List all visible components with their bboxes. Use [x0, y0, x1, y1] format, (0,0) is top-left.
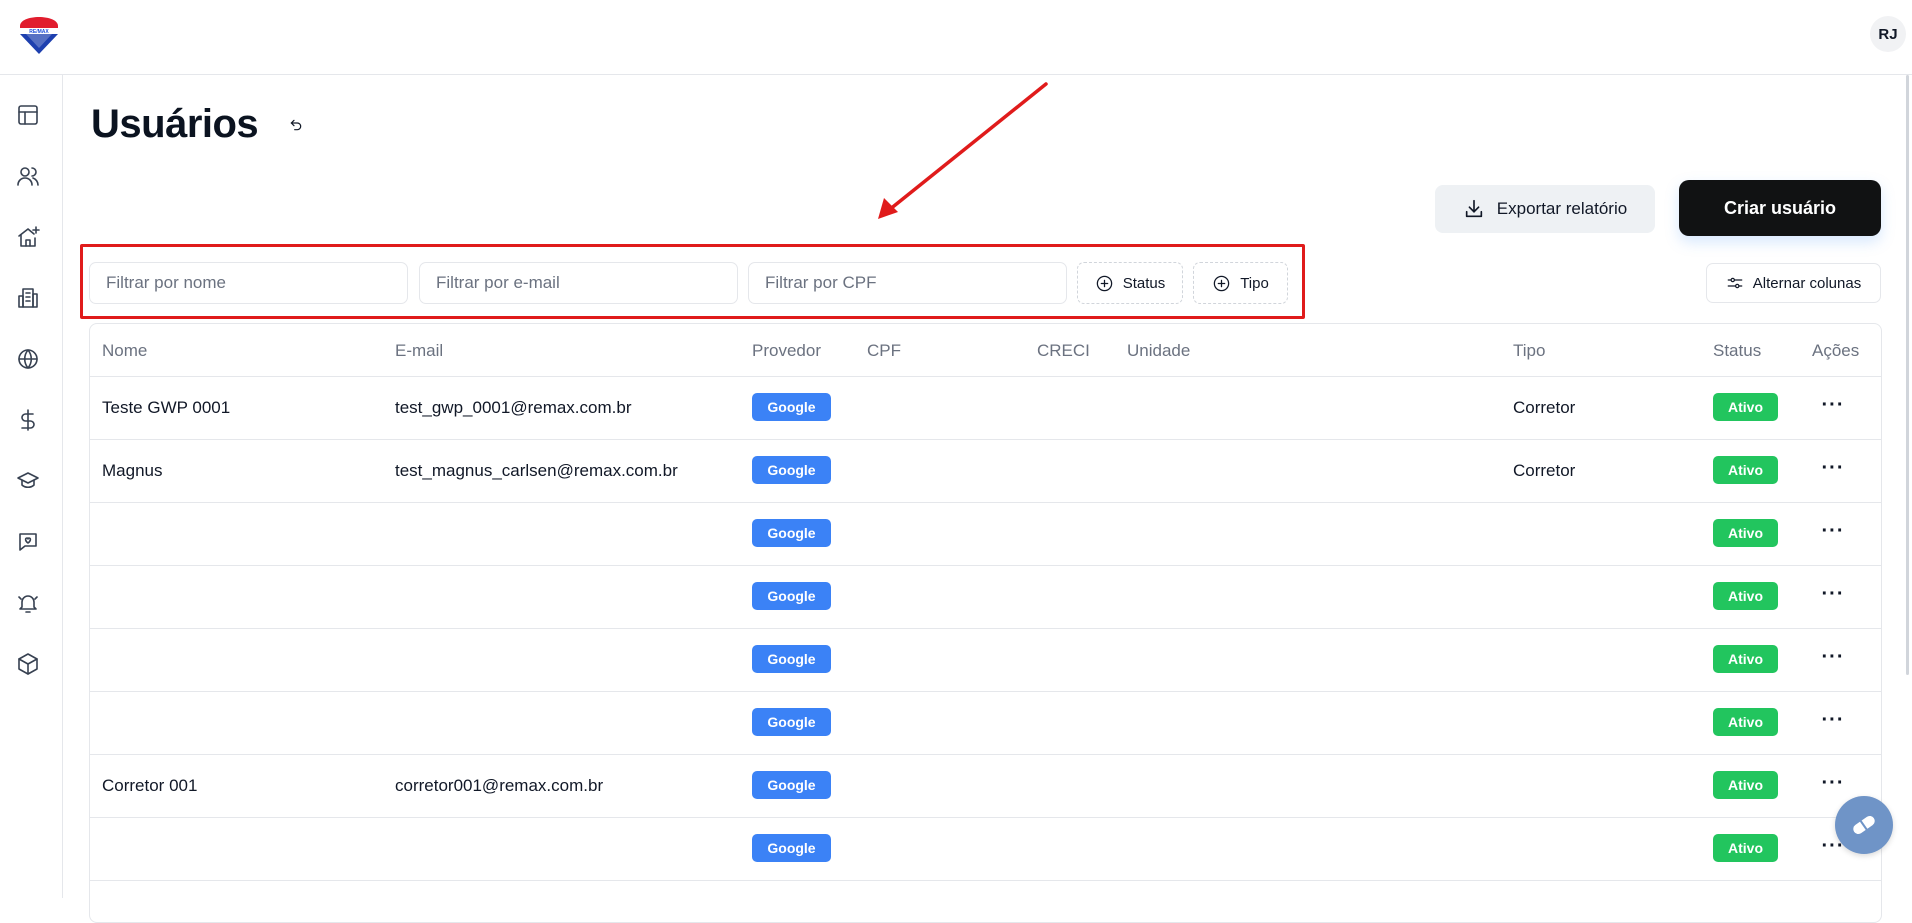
toggle-columns-button[interactable]: Alternar colunas [1706, 263, 1881, 303]
home-plus-icon [18, 226, 40, 247]
column-header-tipo[interactable]: Tipo [1513, 341, 1545, 361]
download-icon [1465, 199, 1482, 218]
column-header-email[interactable]: E-mail [395, 341, 443, 361]
table-row[interactable]: Google Ativo ··· [90, 503, 1881, 566]
globe-icon [18, 349, 38, 369]
row-actions-button[interactable]: ··· [1819, 454, 1847, 482]
column-header-nome[interactable]: Nome [102, 341, 147, 361]
row-actions-button[interactable]: ··· [1819, 517, 1847, 545]
graduation-cap-icon [17, 472, 39, 489]
status-badge: Ativo [1713, 519, 1778, 547]
column-header-provedor[interactable]: Provedor [752, 341, 821, 361]
table-row[interactable]: Google Ativo ··· [90, 566, 1881, 629]
cell-nome: Corretor 001 [102, 776, 198, 795]
table-row[interactable]: Google Ativo ··· [90, 692, 1881, 755]
cell-nome: Magnus [102, 461, 163, 480]
provider-badge: Google [752, 771, 831, 799]
provider-badge: Google [752, 582, 831, 610]
sidebar-item-finance[interactable] [15, 407, 41, 433]
refresh-button[interactable] [286, 115, 306, 135]
sidebar [0, 75, 63, 898]
user-avatar[interactable]: RJ [1870, 16, 1906, 52]
provider-badge: Google [752, 834, 831, 862]
export-report-label: Exportar relatório [1496, 199, 1628, 218]
status-badge: Ativo [1713, 708, 1778, 736]
filter-email-input[interactable] [419, 262, 738, 304]
message-heart-icon [19, 533, 37, 551]
cell-email: test_gwp_0001@remax.com.br [395, 398, 632, 417]
column-header-acoes: Ações [1812, 341, 1860, 360]
sidebar-item-dashboard[interactable] [15, 102, 41, 128]
floating-help-button[interactable] [1835, 796, 1893, 854]
row-actions-button[interactable]: ··· [1819, 769, 1847, 797]
sidebar-item-products[interactable] [15, 651, 41, 677]
table-row[interactable]: Google Ativo ··· [90, 629, 1881, 692]
dollar-icon [21, 409, 35, 431]
provider-badge: Google [752, 645, 831, 673]
status-badge: Ativo [1713, 582, 1778, 610]
page-title: Usuários [91, 102, 259, 146]
export-report-button[interactable]: Exportar relatório [1435, 185, 1655, 233]
users-table: Nome E-mail Provedor CPF CRECI Unidade T… [89, 323, 1882, 923]
sliders-icon [1727, 277, 1743, 289]
remax-balloon-logo[interactable]: RE/MAX [16, 8, 62, 58]
provider-badge: Google [752, 393, 831, 421]
filter-name-input[interactable] [89, 262, 408, 304]
building-icon [18, 288, 38, 308]
create-user-button[interactable]: Criar usuário [1679, 180, 1881, 236]
table-row[interactable]: Google Ativo ··· [90, 818, 1881, 881]
sidebar-item-buildings[interactable] [15, 285, 41, 311]
provider-badge: Google [752, 456, 831, 484]
row-actions-button[interactable]: ··· [1819, 580, 1847, 608]
plus-circle-icon [1096, 275, 1112, 291]
tipo-filter-label: Tipo [1240, 274, 1269, 292]
table-header: Nome E-mail Provedor CPF CRECI Unidade T… [90, 324, 1881, 377]
cell-email: corretor001@remax.com.br [395, 776, 604, 795]
row-actions-button[interactable]: ··· [1819, 706, 1847, 734]
status-badge: Ativo [1713, 456, 1778, 484]
plus-circle-icon [1213, 275, 1230, 291]
status-badge: Ativo [1713, 645, 1778, 673]
sidebar-item-messages[interactable] [15, 529, 41, 555]
status-filter-button[interactable]: Status [1077, 262, 1183, 304]
column-header-status[interactable]: Status [1713, 341, 1761, 361]
sidebar-item-education[interactable] [15, 468, 41, 494]
table-row[interactable]: Teste GWP 0001 test_gwp_0001@remax.com.br… [90, 377, 1881, 440]
status-badge: Ativo [1713, 393, 1778, 421]
cell-email: test_magnus_carlsen@remax.com.br [395, 461, 678, 480]
provider-badge: Google [752, 519, 831, 547]
box-icon [18, 653, 38, 675]
bell-ring-icon [18, 595, 38, 613]
column-header-cpf[interactable]: CPF [867, 341, 901, 361]
table-row[interactable]: Magnus test_magnus_carlsen@remax.com.br Go… [90, 440, 1881, 503]
row-actions-button[interactable]: ··· [1819, 643, 1847, 671]
cell-nome: Teste GWP 0001 [102, 398, 231, 417]
toggle-columns-label: Alternar colunas [1752, 274, 1862, 292]
row-actions-button[interactable]: ··· [1819, 391, 1847, 419]
tipo-filter-button[interactable]: Tipo [1193, 262, 1288, 304]
cell-tipo: Corretor [1513, 398, 1576, 417]
filter-cpf-input[interactable] [748, 262, 1067, 304]
users-icon [17, 167, 39, 186]
column-header-unidade[interactable]: Unidade [1127, 341, 1190, 361]
top-bar: RE/MAX RJ [0, 0, 1912, 75]
provider-badge: Google [752, 708, 831, 736]
undo-icon [290, 119, 302, 131]
status-badge: Ativo [1713, 834, 1778, 862]
status-filter-label: Status [1122, 274, 1166, 292]
pill-check-icon [1853, 815, 1875, 835]
layout-icon [18, 105, 38, 125]
sidebar-item-properties[interactable] [15, 224, 41, 250]
annotation-arrow [878, 82, 1048, 219]
sidebar-item-users[interactable] [15, 163, 41, 189]
table-row[interactable]: Corretor 001 corretor001@remax.com.br Goog… [90, 755, 1881, 818]
sidebar-item-web[interactable] [15, 346, 41, 372]
cell-tipo: Corretor [1513, 461, 1576, 480]
status-badge: Ativo [1713, 771, 1778, 799]
column-header-creci[interactable]: CRECI [1037, 341, 1090, 361]
page-scrollbar[interactable] [1906, 75, 1909, 675]
sidebar-item-notifications[interactable] [15, 590, 41, 616]
